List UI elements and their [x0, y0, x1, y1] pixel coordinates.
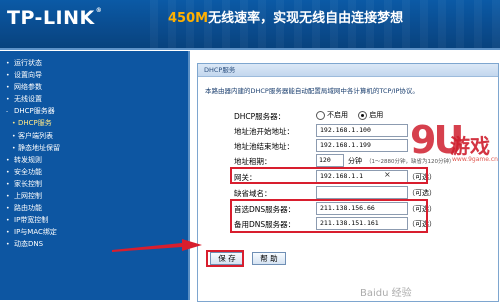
sidebar-item-label: IP与MAC绑定 [14, 228, 57, 237]
domain-input[interactable] [316, 186, 408, 199]
sidebar-item[interactable]: - DHCP服务器 [6, 105, 60, 117]
sidebar-item[interactable]: • 客户端列表 [6, 130, 60, 142]
sidebar-item[interactable]: • 静态地址保留 [6, 142, 60, 154]
sidebar-item[interactable]: • 设置向导 [6, 69, 60, 81]
sidebar-item[interactable]: • 安全功能 [6, 166, 60, 178]
brand-logo: TP-LINK® [7, 7, 102, 29]
panel-title: DHCP服务 [198, 64, 498, 77]
radio-disable[interactable] [316, 110, 325, 120]
registered-mark: ® [95, 7, 103, 14]
banner-strip [0, 48, 500, 50]
end-address-label: 地址池结束地址： [234, 142, 294, 151]
sidebar-item-label: 路由功能 [14, 204, 42, 213]
radio-enable-option[interactable]: 启用 [358, 110, 384, 120]
domain-label: 缺省域名： [234, 189, 272, 198]
sidebar-item[interactable]: • 路由功能 [6, 202, 60, 214]
baidu-watermark: Baidu 经验 [360, 288, 412, 299]
sidebar-item[interactable]: • IP带宽控制 [6, 214, 60, 226]
sidebar-item-label: 网络参数 [14, 83, 42, 92]
watermark-cn: 游戏 [450, 134, 490, 158]
lease-unit: 分钟 [348, 156, 362, 165]
end-address-input[interactable]: 192.168.1.199 [316, 139, 408, 152]
sidebar: • 运行状态 • 设置向导 • 网络参数 • 无线设置 - DHCP服务器 • DHCP服务 • 客户端列… [0, 51, 190, 300]
pointer-arrow-icon [112, 239, 202, 252]
sidebar-item[interactable]: • 上网控制 [6, 190, 60, 202]
sidebar-item-label: 动态DNS [14, 240, 44, 249]
sidebar-item[interactable]: • DHCP服务 [6, 117, 60, 129]
help-button[interactable]: 帮 助 [252, 252, 286, 265]
slogan-text: 无线速率，实现无线自由连接梦想 [208, 11, 404, 26]
start-address-input[interactable]: 192.168.1.100 [316, 124, 408, 137]
sidebar-item[interactable]: • 运行状态 [6, 57, 60, 69]
sidebar-item[interactable]: • 动态DNS [6, 238, 60, 250]
save-highlight [206, 250, 244, 267]
lease-input[interactable]: 120 [316, 154, 344, 167]
radio-enable-label: 启用 [369, 111, 384, 119]
sidebar-item-label: 家长控制 [14, 179, 42, 188]
brand-name: TP-LINK [7, 7, 95, 29]
sidebar-item[interactable]: • IP与MAC绑定 [6, 226, 60, 238]
sidebar-item-label: 转发规则 [14, 155, 42, 164]
radio-enable[interactable] [358, 110, 368, 120]
sidebar-item[interactable]: • 网络参数 [6, 81, 60, 93]
gateway-highlight [230, 167, 428, 184]
dns-highlight [230, 199, 428, 233]
panel-description: 本路由器内建的DHCP服务器能自动配置局域网中各计算机的TCP/IP协议。 [205, 87, 419, 95]
sidebar-item-label: 运行状态 [14, 59, 42, 67]
sidebar-item-label: IP带宽控制 [14, 216, 49, 225]
sidebar-item-label: DHCP服务器 [14, 107, 55, 116]
game-watermark: 9U 游戏 www.9game.cn [410, 118, 500, 198]
start-address-label: 地址池开始地址： [234, 127, 294, 136]
sidebar-item-label: 客户端列表 [18, 131, 53, 140]
sidebar-item-label: 安全功能 [14, 167, 42, 176]
sidebar-item-label: DHCP服务 [18, 119, 52, 128]
top-banner: TP-LINK® 450M无线速率，实现无线自由连接梦想 [0, 0, 500, 50]
slogan-speed: 450M [168, 11, 209, 26]
sidebar-item[interactable]: • 无线设置 [6, 93, 60, 105]
radio-disable-label: 不启用 [327, 111, 348, 119]
sidebar-item[interactable]: • 家长控制 [6, 178, 60, 190]
bullet-icon: • [6, 241, 10, 249]
dhcp-server-label: DHCP服务器： [234, 112, 286, 121]
sidebar-item-label: 静态地址保留 [18, 143, 60, 152]
sidebar-nav: • 运行状态 • 设置向导 • 网络参数 • 无线设置 - DHCP服务器 • DHCP服务 • 客户端列… [6, 57, 60, 251]
watermark-url: www.9game.cn [452, 156, 498, 163]
sidebar-item-label: 无线设置 [14, 95, 42, 104]
sidebar-item[interactable]: • 转发规则 [6, 154, 60, 166]
banner-slogan: 450M无线速率，实现无线自由连接梦想 [168, 7, 403, 29]
lease-label: 地址租期： [234, 157, 272, 166]
sidebar-item-label: 上网控制 [14, 192, 42, 201]
radio-disable-option[interactable]: 不启用 [316, 110, 348, 120]
dhcp-server-radio-group: 不启用 启用 [316, 110, 391, 120]
sidebar-item-label: 设置向导 [14, 71, 42, 80]
